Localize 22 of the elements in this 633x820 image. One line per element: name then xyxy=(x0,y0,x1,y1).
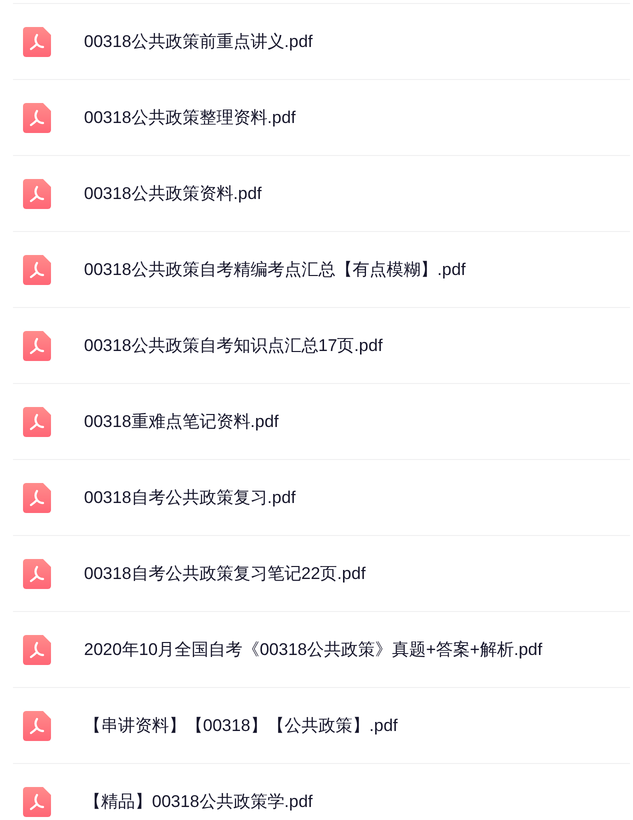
pdf-file-icon xyxy=(23,710,51,740)
pdf-file-icon xyxy=(23,330,51,360)
pdf-file-icon xyxy=(23,254,51,284)
file-name[interactable]: 00318公共政策资料.pdf xyxy=(84,180,262,206)
file-name[interactable]: 00318公共政策自考精编考点汇总【有点模糊】.pdf xyxy=(84,256,466,282)
file-name[interactable]: 00318公共政策自考知识点汇总17页.pdf xyxy=(84,332,383,358)
pdf-file-icon xyxy=(23,558,51,588)
file-name[interactable]: 【串讲资料】【00318】【公共政策】.pdf xyxy=(84,712,398,738)
file-name[interactable]: 00318公共政策前重点讲义.pdf xyxy=(84,28,313,54)
pdf-file-icon xyxy=(23,406,51,436)
pdf-file-icon xyxy=(23,26,51,56)
pdf-file-icon xyxy=(23,634,51,664)
file-name[interactable]: 00318自考公共政策复习笔记22页.pdf xyxy=(84,560,366,586)
pdf-file-icon xyxy=(23,482,51,512)
file-name[interactable]: 【精品】00318公共政策学.pdf xyxy=(84,788,313,814)
pdf-file-icon xyxy=(23,102,51,132)
file-name[interactable]: 2020年10月全国自考《00318公共政策》真题+答案+解析.pdf xyxy=(84,636,542,662)
file-name[interactable]: 00318自考公共政策复习.pdf xyxy=(84,484,296,510)
file-name[interactable]: 00318公共政策整理资料.pdf xyxy=(84,104,296,130)
pdf-file-icon xyxy=(23,178,51,208)
file-name[interactable]: 00318重难点笔记资料.pdf xyxy=(84,408,279,434)
pdf-file-icon xyxy=(23,786,51,816)
